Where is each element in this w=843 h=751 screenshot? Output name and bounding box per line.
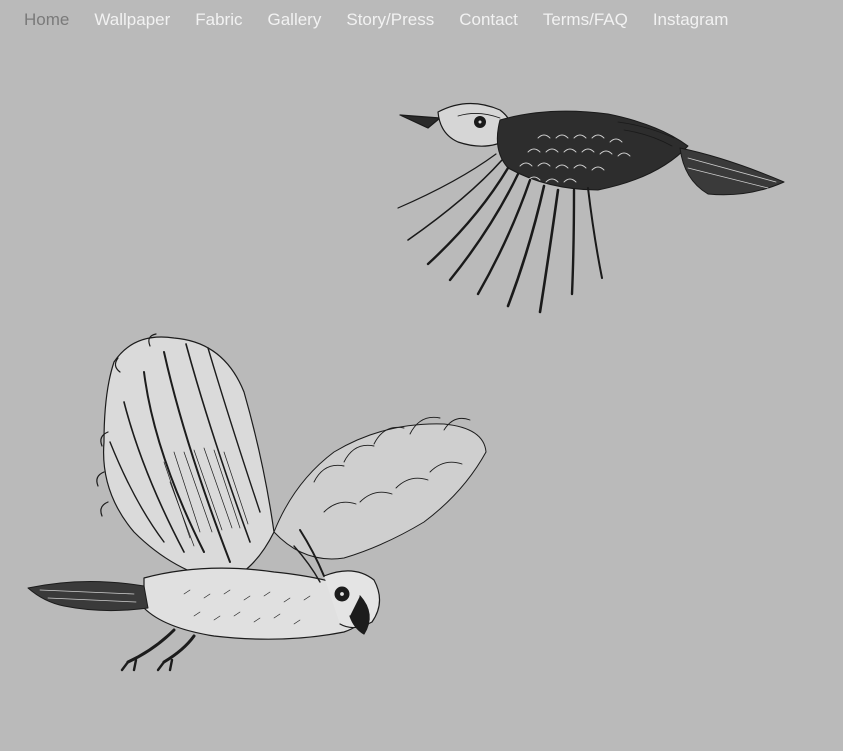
cockatoo-drawing-icon: [27, 333, 487, 672]
nav-terms-faq-link[interactable]: Terms/FAQ: [543, 0, 628, 40]
kookaburra-drawing-icon: [397, 102, 785, 314]
nav-story-press-link[interactable]: Story/Press: [346, 0, 434, 40]
nav-home-link[interactable]: Home: [24, 0, 69, 40]
nav-instagram-link[interactable]: Instagram: [653, 0, 729, 40]
nav-fabric-link[interactable]: Fabric: [195, 0, 242, 40]
kookaburra-illustration: [388, 98, 788, 320]
cockatoo-illustration: [24, 332, 494, 677]
nav-contact-link[interactable]: Contact: [459, 0, 518, 40]
nav-wallpaper-link[interactable]: Wallpaper: [94, 0, 170, 40]
nav-gallery-link[interactable]: Gallery: [268, 0, 322, 40]
main-nav: Home Wallpaper Fabric Gallery Story/Pres…: [0, 0, 753, 40]
